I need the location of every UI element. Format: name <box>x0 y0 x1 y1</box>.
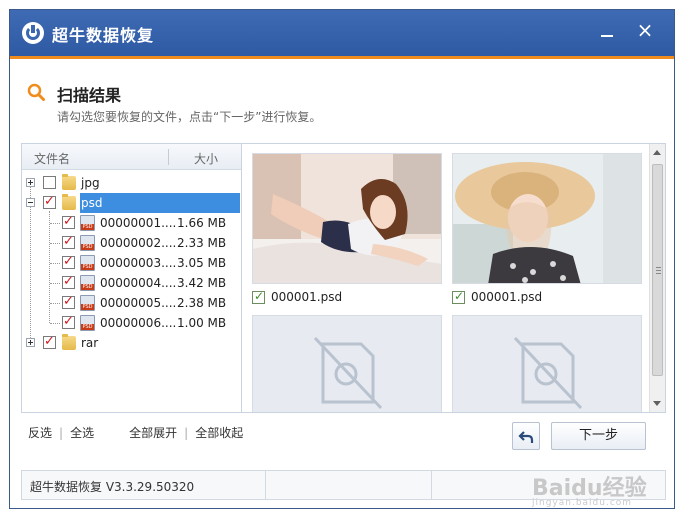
tree-file-row[interactable]: 00000001.... 1.66 MB <box>22 213 241 233</box>
status-divider <box>431 471 432 499</box>
scroll-thumb[interactable] <box>652 164 663 376</box>
psd-file-icon <box>80 235 95 251</box>
expand-toggle[interactable] <box>26 338 35 347</box>
preview-placeholder[interactable] <box>452 315 642 412</box>
version-label: 超牛数据恢复 V3.3.29.50320 <box>30 480 195 494</box>
collapse-all-link[interactable]: 全部收起 <box>195 426 243 440</box>
file-name: 00000004.... <box>100 276 177 290</box>
psd-file-icon <box>80 215 95 231</box>
file-name: 00000003.... <box>100 256 177 270</box>
scroll-up-arrow-icon[interactable] <box>653 150 661 155</box>
checkbox[interactable] <box>62 214 75 229</box>
folder-label: rar <box>81 336 99 350</box>
tree-file-row[interactable]: 00000004.... 3.42 MB <box>22 273 241 293</box>
preview-caption: 000001.psd <box>271 290 343 304</box>
tree-line <box>50 323 60 324</box>
preview-thumbnail[interactable] <box>252 153 442 284</box>
file-size: 3.05 MB <box>177 256 227 270</box>
collapse-toggle[interactable] <box>26 198 35 207</box>
psd-file-icon <box>80 315 95 331</box>
tree-header: 文件名 大小 <box>22 144 241 170</box>
file-name: 00000002.... <box>100 236 177 250</box>
file-tree: 文件名 大小 jpg psd <box>22 144 242 412</box>
checkbox[interactable] <box>62 274 75 289</box>
app-logo-icon <box>22 22 44 44</box>
window-title: 超牛数据恢复 <box>52 26 155 45</box>
expand-toggle[interactable] <box>26 178 35 187</box>
invert-selection-link[interactable]: 反选 <box>28 426 52 440</box>
photo-image <box>253 154 441 283</box>
expand-all-link[interactable]: 全部展开 <box>129 426 177 440</box>
psd-file-icon <box>80 255 95 271</box>
tree-line <box>50 263 60 264</box>
preview-thumbnail[interactable] <box>452 153 642 284</box>
tree-file-row[interactable]: 00000002.... 2.33 MB <box>22 233 241 253</box>
select-all-link[interactable]: 全选 <box>70 426 94 440</box>
checkbox[interactable] <box>62 234 75 249</box>
folder-icon <box>62 174 76 190</box>
app-window: 超牛数据恢复 × 扫描结果 请勾选您要恢复的文件，点击“下一步”进行恢复。 文件… <box>9 9 675 509</box>
photo-image <box>453 154 641 283</box>
file-name: 00000005.... <box>100 296 177 310</box>
tree-folder-psd[interactable]: psd <box>22 193 241 213</box>
file-name: 00000001.... <box>100 216 177 230</box>
psd-file-icon <box>80 295 95 311</box>
file-size: 2.33 MB <box>177 236 227 250</box>
tree-file-row[interactable]: 00000003.... 3.05 MB <box>22 253 241 273</box>
column-header-size[interactable]: 大小 <box>194 150 218 167</box>
next-button[interactable]: 下一步 <box>551 422 646 450</box>
tree-line <box>50 223 60 224</box>
column-separator[interactable] <box>168 149 169 165</box>
checkbox[interactable] <box>43 194 56 209</box>
checkbox[interactable] <box>43 176 56 189</box>
tree-line <box>50 243 60 244</box>
tree-folder-rar[interactable]: rar <box>22 333 241 353</box>
checkbox[interactable] <box>62 294 75 309</box>
tree-file-row[interactable]: 00000005.... 2.38 MB <box>22 293 241 313</box>
search-icon <box>27 83 45 101</box>
preview-checkbox[interactable] <box>452 289 465 304</box>
preview-scrollbar[interactable] <box>649 144 665 412</box>
column-header-name[interactable]: 文件名 <box>34 150 70 167</box>
close-button[interactable]: × <box>636 20 654 40</box>
file-size: 3.42 MB <box>177 276 227 290</box>
page-subtitle: 请勾选您要恢复的文件，点击“下一步”进行恢复。 <box>57 110 322 124</box>
preview-placeholder[interactable] <box>252 315 442 412</box>
checkbox[interactable] <box>43 334 56 349</box>
baidu-watermark: Baidu经验 jingyan.baidu.com <box>532 470 647 508</box>
file-size: 1.00 MB <box>177 316 227 330</box>
tree-line <box>50 283 60 284</box>
title-bar[interactable]: 超牛数据恢复 × <box>10 10 674 56</box>
checkbox[interactable] <box>62 254 75 269</box>
tree-folder-jpg[interactable]: jpg <box>22 173 241 193</box>
folder-label: jpg <box>81 176 100 190</box>
no-preview-icon <box>313 336 383 410</box>
title-accent-line <box>10 56 674 59</box>
selection-highlight <box>80 193 240 213</box>
results-panel: 文件名 大小 jpg psd <box>21 143 666 413</box>
preview-grid: 000001.psd 000001.psd <box>243 144 665 412</box>
file-name: 00000006.... <box>100 316 177 330</box>
scroll-down-arrow-icon[interactable] <box>653 401 661 406</box>
selection-links: 反选|全选|全部展开|全部收起 <box>28 426 244 440</box>
folder-icon <box>62 194 76 210</box>
tree-file-row[interactable]: 00000006.... 1.00 MB <box>22 313 241 333</box>
page-title: 扫描结果 <box>57 86 122 105</box>
no-preview-icon <box>513 336 583 410</box>
preview-checkbox[interactable] <box>252 289 265 304</box>
minimize-button[interactable] <box>598 23 616 41</box>
watermark-url: jingyan.baidu.com <box>532 498 633 508</box>
tree-line <box>50 303 60 304</box>
checkbox[interactable] <box>62 314 75 329</box>
file-size: 1.66 MB <box>177 216 227 230</box>
psd-file-icon <box>80 275 95 291</box>
preview-caption: 000001.psd <box>471 290 543 304</box>
folder-icon <box>62 334 76 350</box>
back-button[interactable] <box>512 422 540 450</box>
back-arrow-icon <box>518 431 534 443</box>
status-divider <box>265 471 266 499</box>
folder-label: psd <box>81 196 103 210</box>
file-size: 2.38 MB <box>177 296 227 310</box>
